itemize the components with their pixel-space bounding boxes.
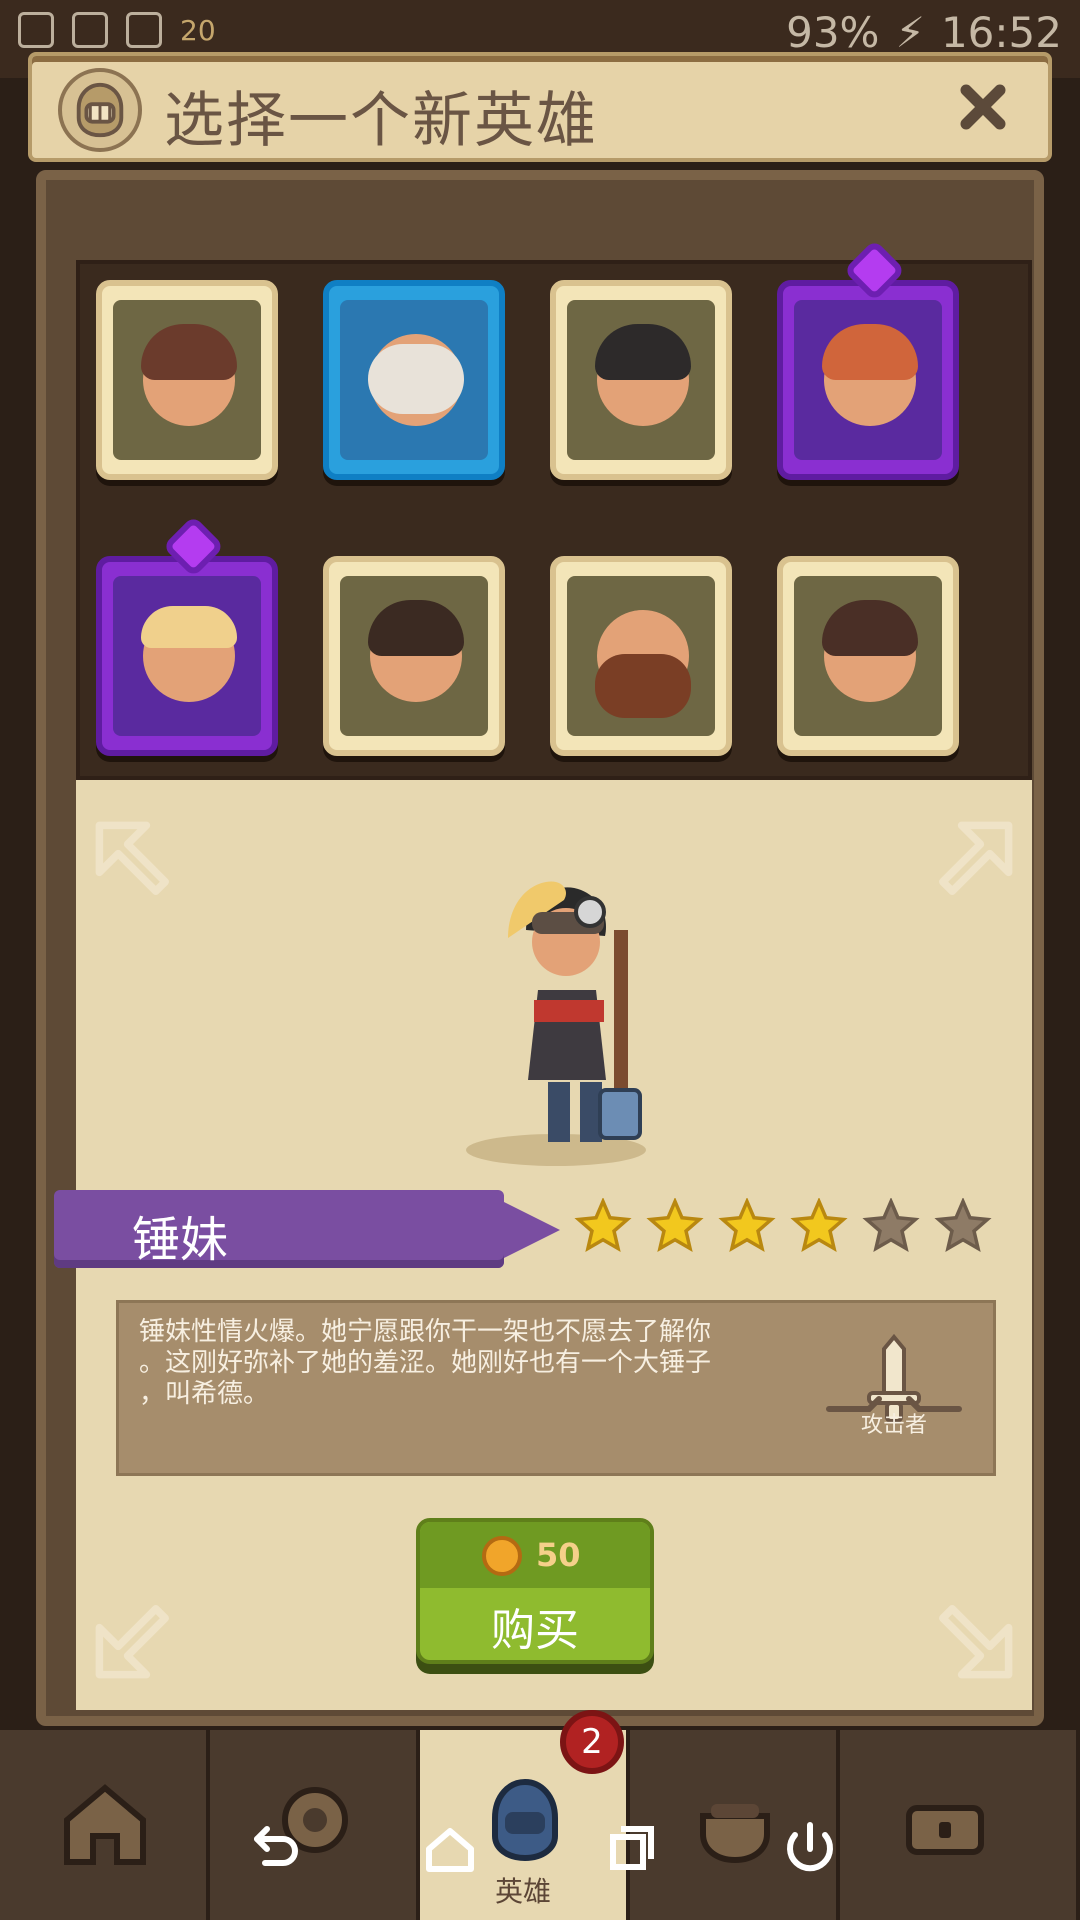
portrait-mustache: [595, 654, 691, 718]
hero-tile-4[interactable]: [777, 239, 959, 480]
buy-button[interactable]: 50 购买: [416, 1518, 654, 1664]
portrait-hair: [595, 324, 691, 380]
hero-portrait: [794, 576, 942, 736]
hero-detail: 锤妹 锤妹性情火爆。她宁愿跟你干一架也不愿去了解你 。这刚好弥补了她的羞涩。她刚…: [54, 780, 1032, 1710]
dialog-panel: 锤妹 锤妹性情火爆。她宁愿跟你干一架也不愿去了解你 。这刚好弥补了她的羞涩。她刚…: [36, 170, 1044, 1726]
heroes-badge: 2: [560, 1710, 624, 1774]
hero-tile-7[interactable]: [550, 556, 732, 756]
hero-name-banner: 锤妹: [54, 1190, 560, 1268]
helmet-icon: [58, 68, 142, 152]
hero-grid: [76, 239, 1032, 780]
hero-portrait: [340, 300, 488, 460]
buy-label: 购买: [491, 1605, 579, 1656]
star-filled-icon: [718, 1198, 776, 1252]
star-filled-icon: [790, 1198, 848, 1252]
hero-portrait: [794, 300, 942, 460]
corner-ornament-icon: [90, 1590, 184, 1684]
hero-illustration: [436, 850, 676, 1170]
hero-tile-1[interactable]: [96, 280, 278, 480]
status-left: 20: [18, 12, 216, 48]
battery-icon: ⚡: [895, 8, 925, 57]
hero-tile-3[interactable]: [550, 280, 732, 480]
power-icon[interactable]: [775, 1815, 845, 1885]
back-icon[interactable]: [235, 1815, 305, 1885]
dialog-titlebar: 选择一个新英雄: [28, 52, 1052, 162]
hero-tile-6[interactable]: [323, 556, 505, 756]
hero-portrait: [567, 576, 715, 736]
home-icon[interactable]: [415, 1815, 485, 1885]
time: 16:52: [940, 8, 1062, 57]
system-navigation: [0, 1795, 1080, 1905]
close-icon[interactable]: [948, 72, 1018, 142]
hero-portrait: [113, 300, 261, 460]
portrait-hair: [141, 324, 237, 380]
hero-role-label: 攻击者: [860, 1413, 927, 1438]
hero-tile-5[interactable]: [96, 515, 278, 756]
star-empty-icon: [862, 1198, 920, 1252]
hero-stars: [574, 1198, 992, 1256]
star-filled-icon: [574, 1198, 632, 1252]
dialog-title: 选择一个新英雄: [164, 87, 598, 154]
status-right: 93% ⚡ 16:52: [786, 8, 1062, 57]
portrait-hair: [141, 606, 237, 648]
battery-percent: 93%: [786, 8, 880, 57]
hero-portrait: [113, 576, 261, 736]
rarity-gem-icon: [162, 515, 225, 578]
corner-ornament-icon: [924, 1590, 1018, 1684]
hero-portrait: [567, 300, 715, 460]
app-icon: [72, 12, 108, 48]
rarity-gem-icon: [843, 239, 906, 302]
buy-price: 50: [536, 1536, 581, 1574]
select-hero-dialog: 选择一个新英雄 锤妹 锤妹性情火爆。她宁愿跟你干一架也不愿去了解你 。这刚好弥补…: [28, 52, 1052, 1728]
hero-role: 攻击者: [819, 1331, 969, 1451]
corner-ornament-icon: [90, 816, 184, 910]
phone-icon: [126, 12, 162, 48]
portrait-hair: [368, 600, 464, 656]
level-badge: 20: [180, 13, 216, 47]
star-empty-icon: [934, 1198, 992, 1252]
portrait-beard: [368, 344, 464, 414]
corner-ornament-icon: [924, 816, 1018, 910]
recent-apps-icon[interactable]: [595, 1815, 665, 1885]
star-filled-icon: [646, 1198, 704, 1252]
portrait-hair: [822, 600, 918, 656]
notification-icon: [18, 12, 54, 48]
hero-portrait: [340, 576, 488, 736]
portrait-hair: [822, 324, 918, 380]
buy-price-area: [420, 1522, 650, 1588]
hero-description-box: 锤妹性情火爆。她宁愿跟你干一架也不愿去了解你 。这刚好弥补了她的羞涩。她刚好也有…: [116, 1300, 996, 1476]
hero-tile-2[interactable]: [323, 280, 505, 480]
hero-tile-8[interactable]: [777, 556, 959, 756]
hero-description: 锤妹性情火爆。她宁愿跟你干一架也不愿去了解你 。这刚好弥补了她的羞涩。她刚好也有…: [139, 1317, 712, 1409]
hero-name: 锤妹: [132, 1212, 229, 1268]
coin-icon: [482, 1536, 522, 1576]
